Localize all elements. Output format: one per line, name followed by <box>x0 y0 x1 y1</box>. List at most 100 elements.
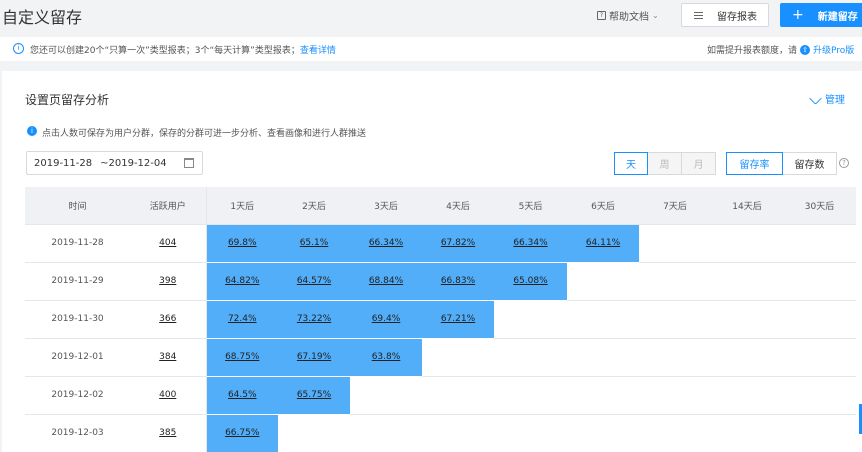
retention-cell[interactable]: 64.82% <box>205 262 278 301</box>
retention-cell[interactable]: 64.57% <box>278 262 350 301</box>
period-month-button[interactable]: 月 <box>682 152 716 175</box>
retention-cell[interactable]: 67.19% <box>278 338 350 377</box>
retention-report-label: 留存报表 <box>717 11 757 23</box>
retention-count-button[interactable]: 留存数 <box>783 152 837 175</box>
calendar-icon <box>184 158 194 168</box>
upgrade-pro-link[interactable]: 升级Pro版 <box>813 43 854 56</box>
empty-cell <box>783 338 856 377</box>
new-retention-button[interactable]: + 新建留存 <box>780 3 862 27</box>
period-week-button[interactable]: 周 <box>648 152 682 175</box>
column-header: 1天后 <box>205 187 278 225</box>
retention-cell[interactable]: 65.75% <box>278 376 350 415</box>
table-row: 2019-11-29 398 64.82% 64.57% 68.84% 66.83% 65.… <box>25 262 856 301</box>
empty-cell <box>711 262 783 301</box>
table-header-row: 时间 活跃用户 1天后 2天后 3天后 4天后 5天后 6天后 7天后 14天后… <box>25 187 856 225</box>
table-row: 2019-11-28 404 69.8% 65.1% 66.34% 67.82% 66.34… <box>25 224 856 263</box>
empty-cell <box>711 338 783 377</box>
plus-icon: + <box>792 7 804 23</box>
empty-cell <box>783 300 856 339</box>
end-date: ~2019-12-04 <box>100 157 167 169</box>
retention-cell[interactable]: 65.08% <box>494 262 567 301</box>
help-docs-label: 帮助文档 <box>609 12 649 23</box>
view-details-link[interactable]: 查看详情 <box>300 46 336 56</box>
empty-cell <box>422 338 494 377</box>
empty-cell <box>639 414 711 452</box>
retention-cell[interactable]: 68.75% <box>205 338 278 377</box>
help-icon: ? <box>597 11 606 20</box>
row-date: 2019-11-29 <box>25 262 130 301</box>
date-range-picker[interactable]: 2019-11-28 ~2019-12-04 <box>26 151 203 175</box>
retention-rate-button[interactable]: 留存率 <box>726 152 783 175</box>
empty-cell <box>494 376 567 415</box>
retention-cell[interactable]: 65.1% <box>278 224 350 263</box>
empty-cell <box>350 376 422 415</box>
empty-cell <box>639 262 711 301</box>
column-header: 时间 <box>25 187 130 225</box>
retention-cell[interactable]: 69.8% <box>205 224 278 263</box>
info-icon: i <box>13 43 24 54</box>
row-date: 2019-12-01 <box>25 338 130 377</box>
top-bar: 自定义留存 ? 帮助文档 ⌄ 留存报表 + 新建留存 <box>0 0 862 30</box>
empty-cell <box>422 376 494 415</box>
retention-cell[interactable]: 64.11% <box>567 224 639 263</box>
empty-cell <box>350 414 422 452</box>
question-icon[interactable]: ? <box>839 158 849 168</box>
start-date: 2019-11-28 <box>34 157 93 169</box>
row-date: 2019-11-28 <box>25 224 130 263</box>
active-users-count[interactable]: 398 <box>130 262 206 301</box>
manage-button[interactable]: 管理 <box>809 91 845 106</box>
row-date: 2019-12-03 <box>25 414 130 452</box>
empty-cell <box>567 414 639 452</box>
empty-cell <box>422 414 494 452</box>
wrench-icon <box>809 92 822 105</box>
active-users-count[interactable]: 384 <box>130 338 206 377</box>
upgrade-icon: ⇧ <box>800 44 811 55</box>
empty-cell <box>639 300 711 339</box>
column-header: 4天后 <box>422 187 494 225</box>
active-users-count[interactable]: 400 <box>130 376 206 415</box>
retention-cell[interactable]: 66.83% <box>422 262 494 301</box>
table-row: 2019-11-30 366 72.4% 73.22% 69.4% 67.21% <box>25 300 856 339</box>
info-icon: i <box>27 126 37 136</box>
column-header: 活跃用户 <box>130 187 206 225</box>
help-docs-link[interactable]: ? 帮助文档 ⌄ <box>597 8 659 23</box>
empty-cell <box>639 338 711 377</box>
upgrade-notice: 如需提升报表额度，请 ⇧ 升级Pro版 <box>707 43 854 56</box>
row-date: 2019-12-02 <box>25 376 130 415</box>
list-icon <box>694 11 703 19</box>
retention-report-button[interactable]: 留存报表 <box>681 3 769 27</box>
empty-cell <box>567 300 639 339</box>
retention-cell[interactable]: 73.22% <box>278 300 350 339</box>
column-header: 14天后 <box>711 187 783 225</box>
empty-cell <box>783 224 856 263</box>
empty-cell <box>494 338 567 377</box>
column-header: 7天后 <box>639 187 711 225</box>
empty-cell <box>783 376 856 415</box>
retention-cell[interactable]: 67.82% <box>422 224 494 263</box>
retention-cell[interactable]: 68.84% <box>350 262 422 301</box>
retention-cell[interactable]: 66.75% <box>205 414 278 452</box>
retention-cell[interactable]: 66.34% <box>350 224 422 263</box>
empty-cell <box>711 300 783 339</box>
retention-cell[interactable]: 63.8% <box>350 338 422 377</box>
empty-cell <box>783 414 856 452</box>
active-users-count[interactable]: 385 <box>130 414 206 452</box>
active-users-count[interactable]: 366 <box>130 300 206 339</box>
column-header: 6天后 <box>567 187 639 225</box>
active-users-count[interactable]: 404 <box>130 224 206 263</box>
retention-cell[interactable]: 66.34% <box>494 224 567 263</box>
empty-cell <box>711 224 783 263</box>
period-day-button[interactable]: 天 <box>614 152 648 175</box>
retention-cell[interactable]: 64.5% <box>205 376 278 415</box>
empty-cell <box>278 414 350 452</box>
quota-notice: i 您还可以创建20个“只算一次”类型报表；3个“每天计算”类型报表；查看详情 … <box>0 37 862 61</box>
column-header: 5天后 <box>494 187 567 225</box>
retention-cell[interactable]: 72.4% <box>205 300 278 339</box>
retention-panel: 设置页留存分析 管理 i 点击人数可保存为用户分群，保存的分群可进一步分析、查看… <box>2 71 862 452</box>
empty-cell <box>494 414 567 452</box>
retention-cell[interactable]: 69.4% <box>350 300 422 339</box>
chevron-down-icon: ⌄ <box>652 11 659 20</box>
empty-cell <box>494 300 567 339</box>
hint-text: 点击人数可保存为用户分群，保存的分群可进一步分析、查看画像和进行人群推送 <box>42 129 367 139</box>
retention-cell[interactable]: 67.21% <box>422 300 494 339</box>
